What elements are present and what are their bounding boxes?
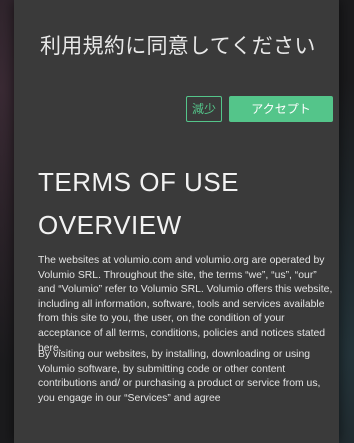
terms-heading: TERMS OF USE xyxy=(38,167,240,197)
terms-paragraph: By visiting our websites, by installing,… xyxy=(38,349,321,404)
decline-button[interactable]: 減少 xyxy=(186,96,222,122)
terms-dialog: 利用規約に同意してください 減少 アクセプト TERMS OF USE OVER… xyxy=(14,0,339,443)
terms-paragraph: The websites at volumio.com and volumio.… xyxy=(38,255,333,354)
accept-button[interactable]: アクセプト xyxy=(229,96,333,122)
dialog-title: 利用規約に同意してください xyxy=(40,34,316,58)
terms-subheading: OVERVIEW xyxy=(38,210,182,240)
